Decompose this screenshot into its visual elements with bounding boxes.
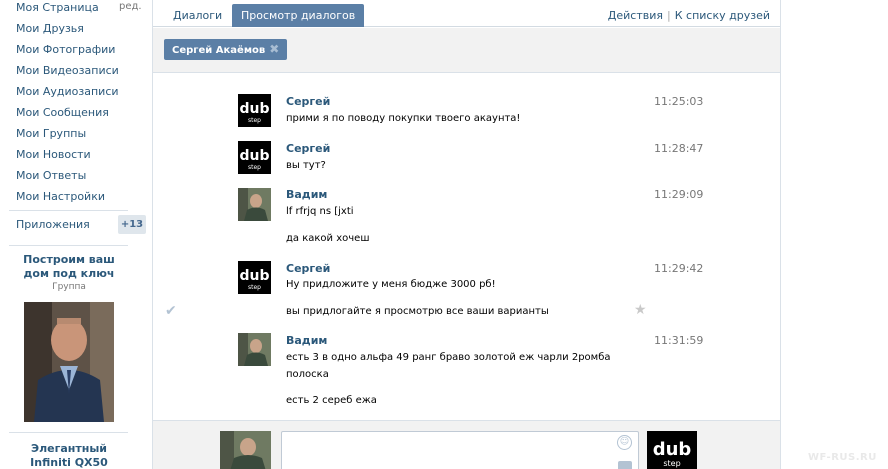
svg-text:step: step	[663, 459, 680, 468]
avatar[interactable]: dub step	[238, 94, 271, 127]
message-author[interactable]: Сергей	[286, 262, 330, 275]
message-author[interactable]: Сергей	[286, 95, 330, 108]
tabs-bar: Диалоги Просмотр диалогов Действия | К спи…	[153, 0, 780, 27]
close-icon[interactable]: ✖	[269, 42, 279, 56]
sidebar-item-videos[interactable]: Мои Видеозаписи	[16, 64, 119, 77]
avatar[interactable]	[238, 333, 271, 366]
sidebar-item-apps[interactable]: Приложения	[16, 218, 90, 231]
message-author[interactable]: Вадим	[286, 188, 327, 201]
sidebar-item-photos[interactable]: Мои Фотографии	[16, 43, 115, 56]
sidebar-item-my-page[interactable]: Моя Страница	[16, 1, 99, 14]
svg-text:dub: dub	[653, 439, 692, 460]
dub-logo-icon: dubstep	[647, 431, 697, 469]
dub-logo-icon: dubstep	[238, 141, 271, 174]
sidebar-item-answers[interactable]: Мои Ответы	[16, 169, 86, 182]
my-avatar[interactable]	[220, 431, 271, 469]
actions-links: Действия | К списку друзей	[608, 9, 770, 22]
camera-icon[interactable]	[618, 461, 632, 469]
svg-text:dub: dub	[239, 101, 269, 117]
sidebar-item-news[interactable]: Мои Новости	[16, 148, 91, 161]
avatar[interactable]	[238, 188, 271, 221]
peer-filter-chip[interactable]: Сергей Акаёмов ✖	[164, 39, 288, 60]
message-text: есть 3 в одно альфа 49 ранг браво золото…	[286, 352, 611, 363]
edit-link[interactable]: ред.	[119, 1, 142, 12]
message-author[interactable]: Сергей	[286, 142, 330, 155]
user-photo-icon	[238, 333, 271, 366]
ad-photo[interactable]	[24, 302, 114, 422]
svg-text:step: step	[248, 284, 261, 291]
svg-text:step: step	[248, 117, 261, 124]
apps-count-badge[interactable]: +13	[118, 215, 146, 234]
filter-bar: Сергей Акаёмов ✖	[153, 28, 780, 73]
message-time[interactable]: 11:28:47	[654, 142, 703, 155]
avatar[interactable]: dub step	[238, 141, 271, 174]
smile-icon[interactable]: ☺	[617, 435, 632, 450]
message-text: есть 2 сереб ежа	[286, 395, 377, 406]
message-input[interactable]	[281, 431, 639, 469]
check-icon[interactable]: ✔	[165, 303, 177, 319]
sidebar-item-friends[interactable]: Мои Друзья	[16, 22, 84, 35]
dub-logo-icon: dubstep	[238, 94, 271, 127]
separator: |	[667, 9, 671, 22]
svg-text:step: step	[248, 164, 261, 171]
message-text: прими я по поводу покупки твоего акаунта…	[286, 113, 521, 124]
watermark: WF-RUS.RU	[808, 452, 877, 463]
message-text: вы тут?	[286, 160, 326, 171]
user-photo-icon	[220, 431, 271, 469]
dub-logo-icon: dubstep	[238, 261, 271, 294]
sidebar-item-messages[interactable]: Мои Сообщения	[16, 106, 109, 119]
sidebar-item-audios[interactable]: Мои Аудиозаписи	[16, 85, 119, 98]
sidebar-divider	[9, 210, 128, 211]
svg-text:dub: dub	[239, 268, 269, 284]
tab-view-dialogs[interactable]: Просмотр диалогов	[232, 4, 365, 27]
sidebar-item-groups[interactable]: Мои Группы	[16, 127, 86, 140]
ad-photo-image	[24, 302, 114, 422]
ad2-title[interactable]: Элегантный Infiniti QX50	[9, 442, 129, 469]
message-text: Ну придложите у меня бюдже 3000 рб!	[286, 279, 496, 290]
messages-panel: Диалоги Просмотр диалогов Действия | К спи…	[152, 0, 781, 469]
message-history: dub step Сергей 11:25:03 прими я по повод…	[153, 74, 780, 420]
svg-text:dub: dub	[239, 148, 269, 164]
message-text: да какой хочеш	[286, 233, 370, 244]
message-author[interactable]: Вадим	[286, 334, 327, 347]
ad-title[interactable]: Построим ваш дом под ключ	[9, 253, 129, 281]
message-composer: ☺ dub step	[153, 420, 780, 469]
friends-list-link[interactable]: К списку друзей	[675, 9, 770, 22]
peer-filter-name: Сергей Акаёмов	[172, 45, 266, 56]
ad-subtitle: Группа	[52, 282, 86, 292]
tab-dialogs[interactable]: Диалоги	[164, 4, 231, 27]
star-icon[interactable]: ★	[634, 302, 647, 318]
left-sidebar: Моя Страница ред. Мои Друзья Мои Фотогра…	[0, 0, 150, 469]
user-photo-icon	[238, 188, 271, 221]
message-text: lf rfrjq ns [jxti	[286, 206, 354, 217]
avatar[interactable]: dub step	[238, 261, 271, 294]
sidebar-divider	[9, 432, 128, 433]
message-text: вы придлогайте я просмотрю все ваши вари…	[286, 306, 549, 317]
sidebar-item-settings[interactable]: Мои Настройки	[16, 190, 105, 203]
message-text: полоска	[286, 369, 329, 380]
message-time[interactable]: 11:29:42	[654, 262, 703, 275]
message-time[interactable]: 11:29:09	[654, 188, 703, 201]
peer-avatar[interactable]: dub step	[647, 431, 697, 469]
message-time[interactable]: 11:31:59	[654, 334, 703, 347]
actions-link[interactable]: Действия	[608, 9, 663, 22]
message-time[interactable]: 11:25:03	[654, 95, 703, 108]
sidebar-divider	[9, 245, 128, 246]
